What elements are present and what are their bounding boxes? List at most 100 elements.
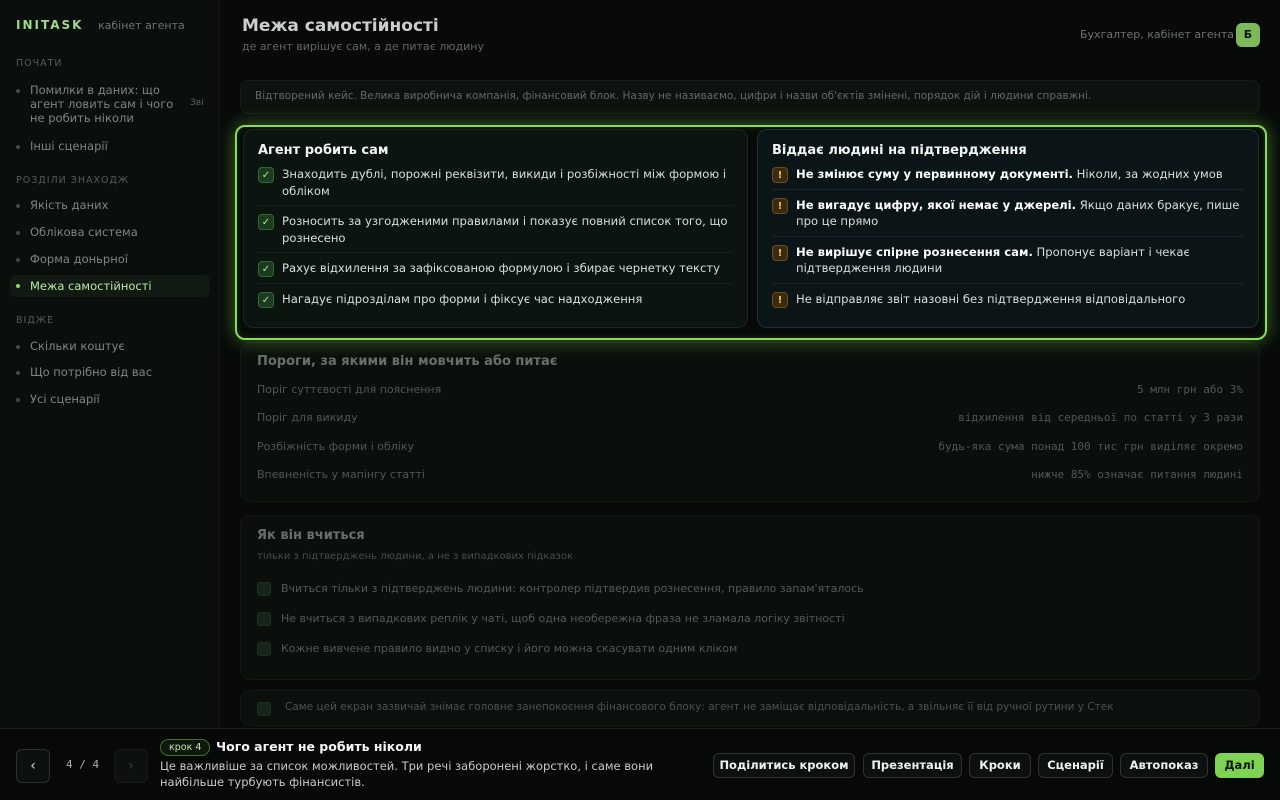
check-icon [257, 612, 271, 626]
list-item: ✓ Розносить за узгодженими правилами і п… [258, 213, 733, 253]
brand-logo[interactable]: INITASK [16, 18, 83, 32]
item-text: Рахує відхилення за зафіксованою формуло… [282, 261, 721, 275]
footer-note: Саме цей екран зазвичай знімає головне з… [240, 690, 1260, 726]
list-item: ! Не вигадує цифру, якої немає у джерелі… [772, 197, 1244, 237]
bullet-icon [16, 89, 20, 93]
steps-button[interactable]: Кроки [969, 753, 1031, 778]
sidebar-item-accounting-system[interactable]: Обліковa система [10, 225, 210, 239]
list-item: ✓ Рахує відхилення за зафіксованою форму… [258, 260, 733, 284]
bullet-icon [16, 204, 20, 208]
sidebar-item-label: Помилки в даних: що агент ловить сам і ч… [30, 83, 174, 125]
page-subtitle: де агент вирішує сам, а де питає людину [242, 40, 484, 53]
column-title: Агент робить сам [258, 143, 389, 158]
footer-note-text: Саме цей екран зазвичай знімає головне з… [285, 701, 1114, 713]
step-counter: 4 / 4 [66, 758, 100, 771]
thresholds-title: Пороги, за якими він мовчить або питає [257, 354, 558, 369]
threshold-label: Впевненість у мапінгу статті [257, 468, 425, 481]
presentation-button[interactable]: Презентація [863, 753, 962, 778]
bullet-icon [16, 231, 20, 235]
threshold-label: Поріг суттєвості для пояснення [257, 383, 442, 396]
learning-text: Не вчиться з випадкових реплік у чаті, щ… [281, 612, 845, 625]
item-text: Знаходить дублі, порожні реквізити, вики… [282, 167, 727, 198]
bullet-icon [16, 398, 20, 402]
threshold-value: будь-яка сума понад 100 тис грн виділяє … [938, 440, 1243, 453]
thresholds-card: Пороги, за якими він мовчить або питає П… [240, 342, 1260, 502]
check-icon [257, 642, 271, 656]
check-icon: ✓ [258, 291, 274, 308]
sidebar-item-badge: Зві [190, 98, 204, 108]
sidebar-item-requirements[interactable]: Що потрібно від вас [10, 365, 210, 379]
sidebar-item-label: Скільки коштує [30, 339, 125, 353]
sidebar-item-label: Якість даних [30, 198, 109, 212]
sidebar-item-cost[interactable]: Скільки коштує [10, 339, 210, 353]
sidebar-item-all-scenarios[interactable]: Усі сценарії [10, 392, 210, 406]
list-item: ! Не змінює суму у первинному документі.… [772, 166, 1244, 190]
step-badge: крок 4 [160, 739, 211, 756]
bullet-icon [16, 258, 20, 262]
learning-title: Як він вчиться [257, 528, 365, 543]
learning-subtitle: тільки з підтверджень людини, а не з вип… [257, 551, 574, 562]
warning-icon: ! [772, 291, 788, 308]
learning-text: Вчиться тільки з підтверджень людини: ко… [281, 582, 864, 595]
human-confirms-column: Віддає людині на підтвердження ! Не змін… [757, 129, 1259, 328]
threshold-value: нижче 85% означає питання людині [1031, 468, 1243, 481]
autoplay-button[interactable]: Автопоказ [1120, 753, 1208, 778]
list-item: ✓ Знаходить дублі, порожні реквізити, ви… [258, 166, 733, 206]
learning-text: Кожне вивчене правило видно у списку і й… [281, 642, 738, 655]
item-text: Не відправляє звіт назовні без підтвердж… [796, 291, 1186, 306]
sidebar-item-data-quality[interactable]: Якість даних [10, 198, 210, 212]
bullet-icon [16, 145, 20, 149]
sidebar-section-start: ПОЧАТИ [16, 58, 63, 69]
case-note: Відтворений кейс. Велика виробнича компа… [240, 80, 1260, 114]
item-text: Нагадує підрозділам про форми і фіксує ч… [282, 291, 643, 306]
sidebar-item-label: Обліковa система [30, 225, 138, 239]
next-button[interactable]: Далі [1215, 753, 1264, 778]
sidebar-item-autonomy-limit[interactable]: Межа самостійності [10, 275, 210, 297]
sidebar-section-widgets: ВІДЖЕ [16, 315, 54, 326]
learning-item: Вчиться тільки з підтверджень людини: ко… [257, 582, 864, 596]
check-icon [257, 702, 271, 716]
sidebar-item-errors[interactable]: Помилки в даних: що агент ловить сам і ч… [10, 83, 190, 125]
learning-item: Кожне вивчене правило видно у списку і й… [257, 642, 737, 656]
item-text: Розносить за узгодженими правилами і пок… [282, 214, 728, 245]
scenarios-button[interactable]: Сценарії [1038, 753, 1113, 778]
warning-icon: ! [772, 167, 788, 183]
bullet-icon [16, 284, 20, 288]
page-title: Межа самостійності [242, 16, 439, 36]
agent-does-column: Агент робить сам ✓ Знаходить дублі, поро… [243, 129, 748, 328]
bullet-icon [16, 345, 20, 349]
item-bold: Не вирішує спірне рознесення сам. [796, 244, 1033, 259]
sidebar-item-other-scenarios[interactable]: Інші сценарії [10, 139, 210, 153]
step-description: Це важливіше за список можливостей. Три … [160, 759, 654, 789]
step-title: Чого агент не робить ніколи [216, 739, 422, 754]
share-step-button[interactable]: Поділитись кроком [713, 753, 855, 778]
warning-icon: ! [772, 244, 788, 261]
threshold-row: Поріг суттєвості для пояснення 5 млн грн… [257, 383, 1243, 403]
avatar[interactable]: Б [1236, 23, 1260, 47]
warning-icon: ! [772, 197, 788, 214]
check-icon [257, 582, 271, 596]
column-title: Віддає людині на підтвердження [772, 143, 1027, 158]
sidebar-item-subsidiary-form[interactable]: Форма доньрної [10, 252, 210, 266]
sidebar-item-label: Межа самостійності [30, 279, 152, 293]
list-item: ! Не вирішує спірне рознесення сам. Проп… [772, 244, 1244, 284]
learning-card: Як він вчиться тільки з підтверджень люд… [240, 515, 1260, 680]
sidebar-section-findings: РОЗДІЛИ ЗНАХОДЖ [16, 175, 130, 186]
user-label: Бухгалтер, кабінет агента [1080, 28, 1234, 41]
prev-step-button[interactable]: ‹ [16, 749, 50, 783]
bullet-icon [16, 371, 20, 375]
item-bold: Не змінює суму у первинному документі. [796, 167, 1073, 181]
threshold-row: Впевненість у мапінгу статті нижче 85% о… [257, 468, 1243, 488]
item-bold: Не вигадує цифру, якої немає у джерелі. [796, 197, 1077, 212]
brand-subtitle: кабінет агента [98, 19, 185, 32]
threshold-row: Розбіжність форми і обліку будь-яка сума… [257, 440, 1243, 460]
list-item: ! Не відправляє звіт назовні без підтвер… [772, 291, 1244, 308]
learning-item: Не вчиться з випадкових реплік у чаті, щ… [257, 612, 845, 626]
threshold-row: Поріг для викиду відхилення від середньо… [257, 411, 1243, 431]
threshold-label: Поріг для викиду [257, 411, 358, 424]
sidebar-item-label: Що потрібно від вас [30, 365, 153, 379]
autonomy-highlight: Агент робить сам ✓ Знаходить дублі, поро… [235, 125, 1267, 340]
threshold-value: відхилення від середньої по статті у 3 р… [958, 411, 1243, 424]
next-step-arrow-button[interactable]: › [114, 749, 148, 783]
check-icon: ✓ [258, 261, 274, 277]
